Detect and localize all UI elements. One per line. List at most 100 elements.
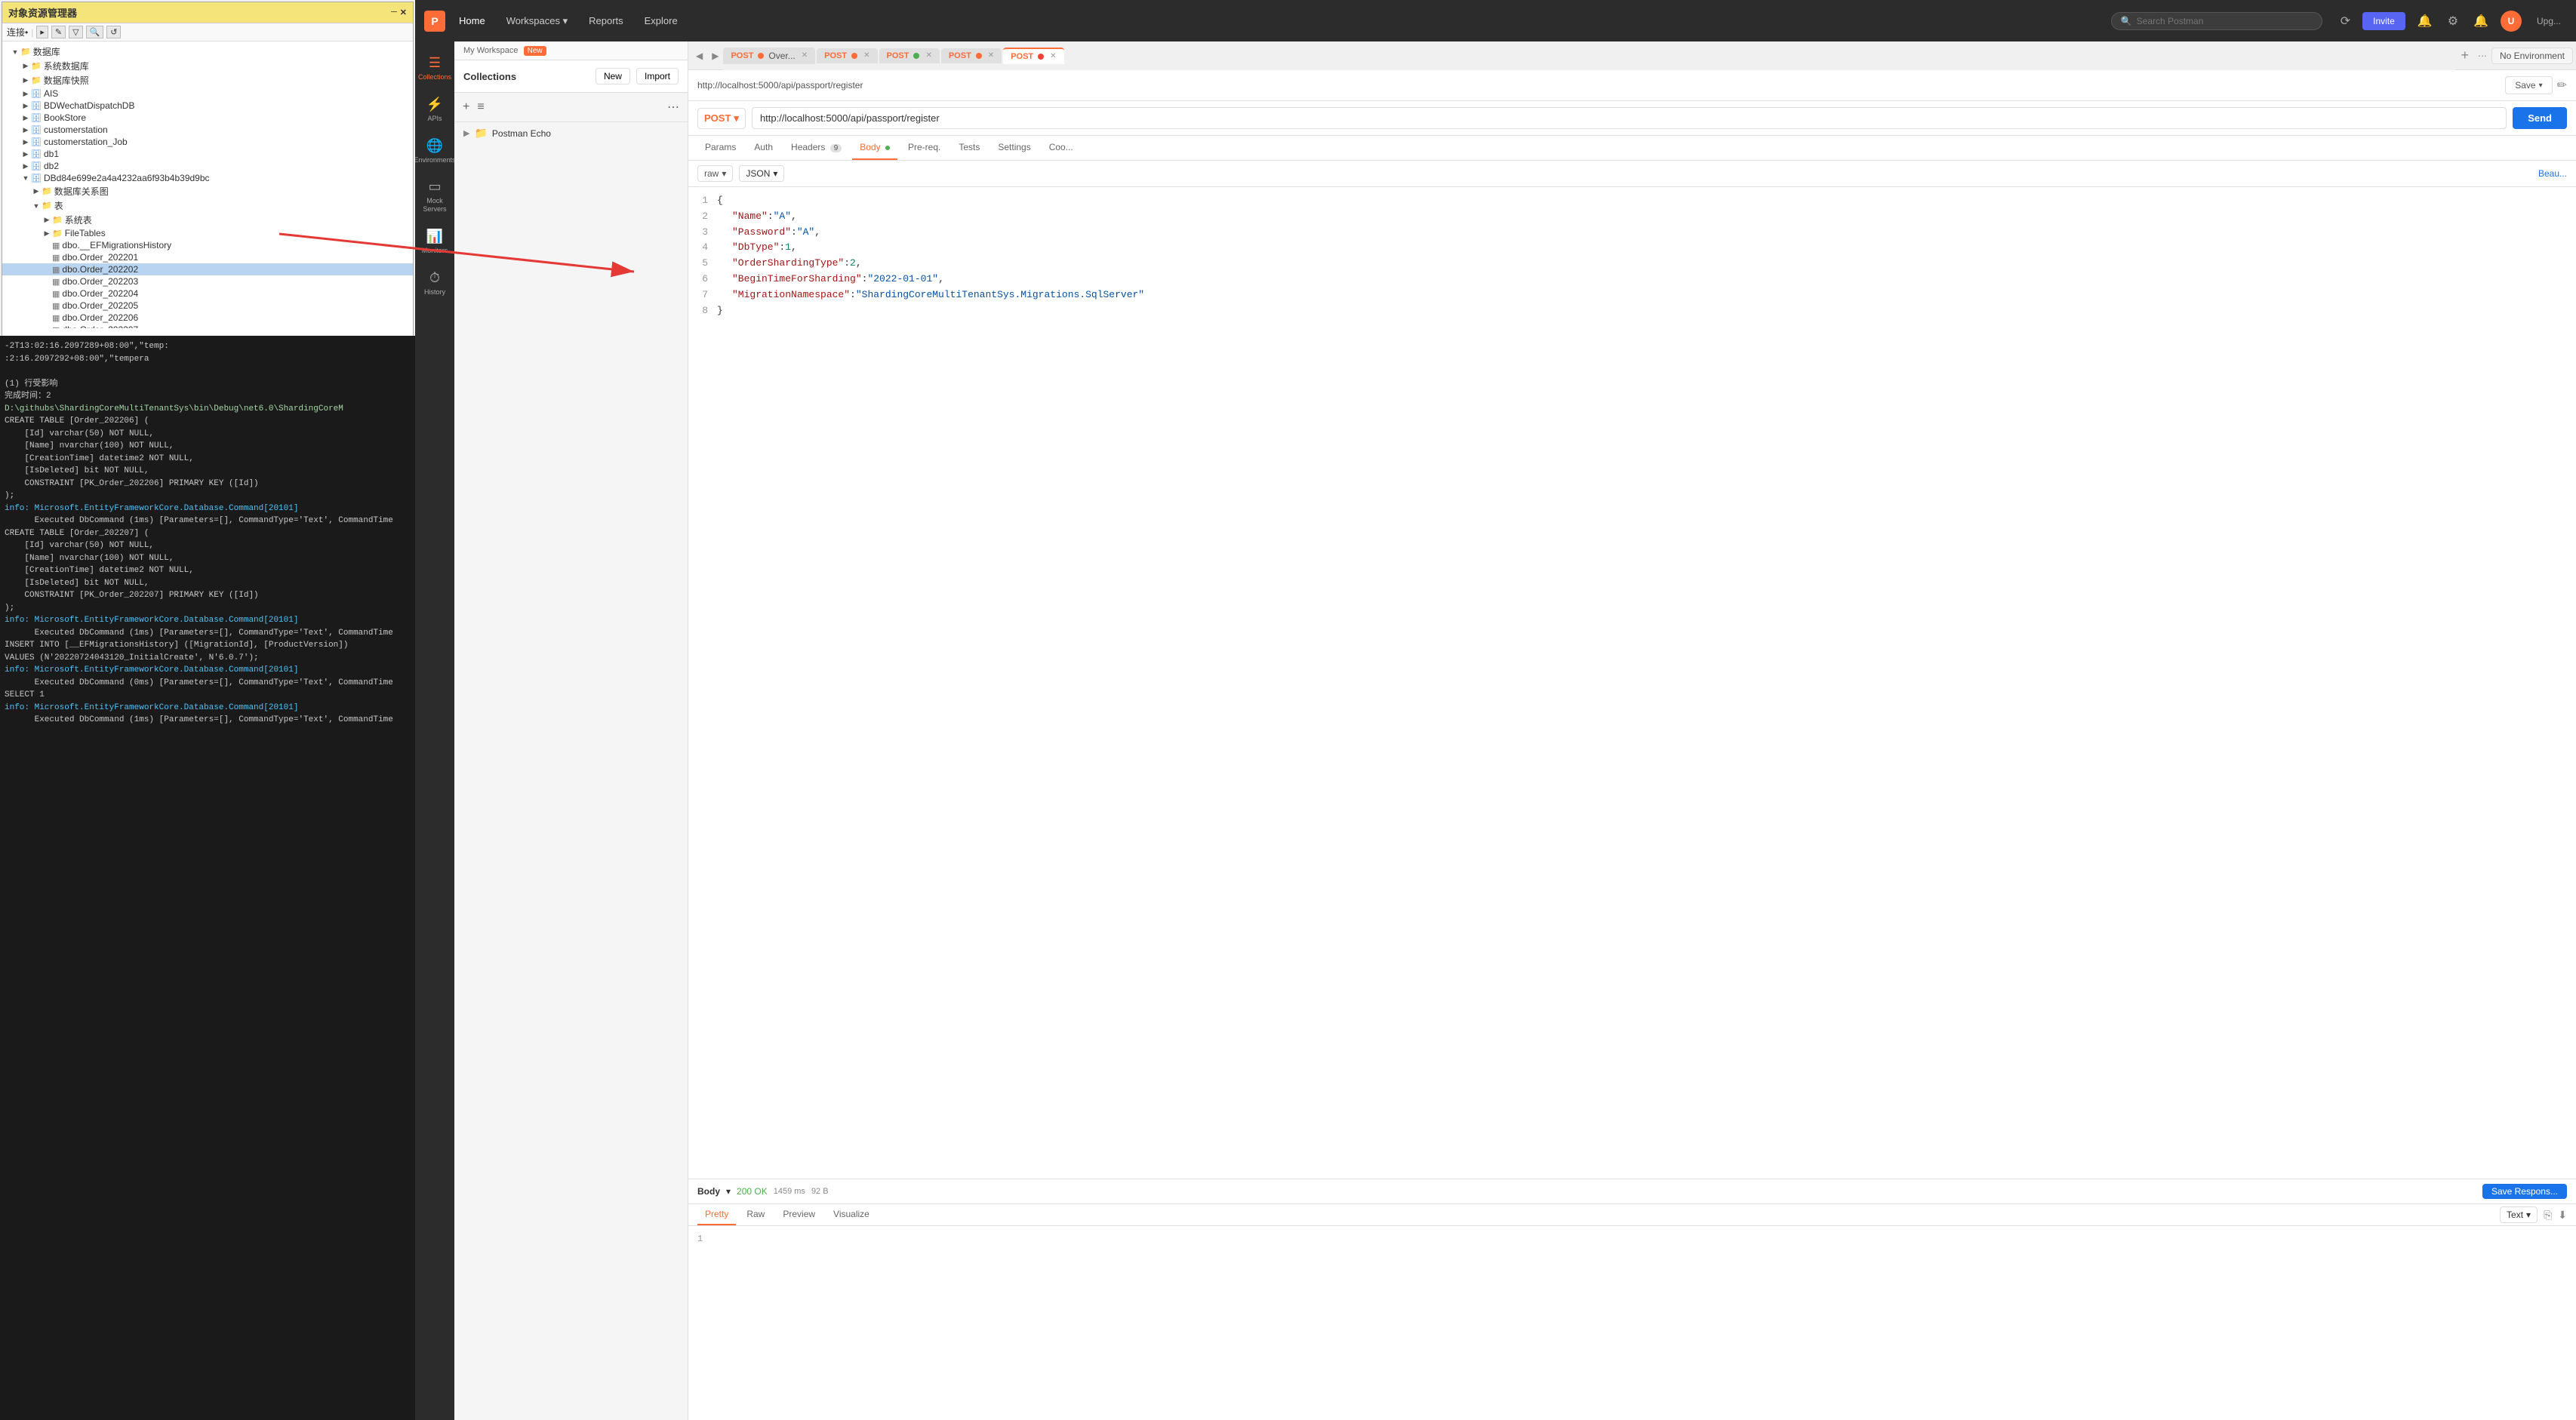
- search-btn[interactable]: 🔍: [86, 26, 104, 38]
- collection-name: Postman Echo: [492, 128, 551, 139]
- nav-search-box[interactable]: 🔍: [2111, 12, 2322, 30]
- filter-btn[interactable]: ▽: [69, 26, 82, 38]
- tree-item-tables[interactable]: ▼ 📁 表: [2, 198, 413, 213]
- tree-item-customerstation-job[interactable]: ▶ 🗄 customerstation_Job: [2, 136, 413, 148]
- back-btn[interactable]: ◀: [691, 48, 707, 64]
- download-response-icon[interactable]: ⬇: [2558, 1209, 2567, 1222]
- avatar-text: U: [2508, 16, 2515, 26]
- req-tab-auth[interactable]: Auth: [746, 136, 780, 160]
- format-dropdown-icon: ▾: [722, 168, 726, 179]
- notification-icon[interactable]: 🔔: [2470, 11, 2491, 32]
- req-tab-headers[interactable]: Headers 9: [783, 136, 849, 160]
- tree-item-sys-db[interactable]: ▶ 📁 系统数据库: [2, 59, 413, 73]
- tree-item-order202205[interactable]: ▦ dbo.Order_202205: [2, 300, 413, 312]
- code-editor[interactable]: 1 2 3 4 5 6 7 8 { "Name":"A: [688, 187, 2576, 1179]
- more-tabs-btn[interactable]: ⋯: [2473, 48, 2491, 64]
- tree-item-customerstation[interactable]: ▶ 🗄 customerstation: [2, 124, 413, 136]
- tree-item-filetables[interactable]: ▶ 📁 FileTables: [2, 227, 413, 239]
- more-options-btn[interactable]: ⋯: [665, 97, 682, 117]
- tree-item-bdwechat[interactable]: ▶ 🗄 BDWechatDispatchDB: [2, 100, 413, 112]
- req-tab-tests[interactable]: Tests: [951, 136, 987, 160]
- tree-item-databases[interactable]: ▼ 📁 数据库: [2, 45, 413, 59]
- collapse-btn[interactable]: ↺: [106, 26, 121, 38]
- tree-item-order202203[interactable]: ▦ dbo.Order_202203: [2, 275, 413, 287]
- sidebar-item-mock-servers[interactable]: ▭ Mock Servers: [417, 173, 452, 220]
- bell-icon[interactable]: 🔔: [2414, 11, 2436, 32]
- req-tab-coo[interactable]: Coo...: [1042, 136, 1081, 160]
- send-button[interactable]: Send: [2513, 107, 2567, 129]
- method-dropdown-icon: ▾: [734, 112, 739, 124]
- tree-item-db1[interactable]: ▶ 🗄 db1: [2, 148, 413, 160]
- resp-tab-pretty[interactable]: Pretty: [697, 1204, 736, 1225]
- refresh-btn[interactable]: ▸: [36, 26, 48, 38]
- req-tab-settings[interactable]: Settings: [990, 136, 1038, 160]
- tree-item-order202204[interactable]: ▦ dbo.Order_202204: [2, 287, 413, 300]
- user-avatar[interactable]: U: [2501, 11, 2522, 32]
- resp-tab-preview[interactable]: Preview: [775, 1204, 823, 1225]
- filter-collections-btn[interactable]: ≡: [475, 98, 486, 116]
- new-query-btn[interactable]: ✎: [51, 26, 66, 38]
- connect-btn[interactable]: 连接•: [7, 26, 28, 38]
- req-tab-body[interactable]: Body: [852, 136, 897, 160]
- req-tab-prereq[interactable]: Pre-req.: [900, 136, 948, 160]
- upgrade-button[interactable]: Upg...: [2531, 13, 2567, 29]
- tab-post-active[interactable]: POST ✕: [1003, 48, 1063, 64]
- tree-item-ais[interactable]: ▶ 🗄 AIS: [2, 88, 413, 100]
- no-environment[interactable]: No Environment: [2491, 48, 2573, 64]
- nav-reports[interactable]: Reports: [581, 12, 631, 29]
- sidebar-item-environments[interactable]: 🌐 Environments: [417, 132, 452, 171]
- req-tab-params[interactable]: Params: [697, 136, 743, 160]
- tab-post-3[interactable]: POST ✕: [941, 48, 1002, 63]
- tab-post-2[interactable]: POST ✕: [879, 48, 940, 63]
- tree-item-order202201[interactable]: ▦ dbo.Order_202201: [2, 251, 413, 263]
- tab-post-1[interactable]: POST ✕: [817, 48, 877, 63]
- tab-close-btn[interactable]: ✕: [925, 51, 931, 60]
- new-collection-button[interactable]: New: [596, 68, 630, 85]
- tree-item-snapshot[interactable]: ▶ 📁 数据库快照: [2, 73, 413, 88]
- tab-close-btn[interactable]: ✕: [988, 51, 994, 60]
- nav-home[interactable]: Home: [451, 12, 493, 29]
- tree-item-dbd84[interactable]: ▼ 🗄 DBd84e699e2a4a4232aa6f93b4b39d9bc: [2, 172, 413, 184]
- tab-close-btn[interactable]: ✕: [802, 51, 808, 60]
- resp-tab-visualize[interactable]: Visualize: [826, 1204, 877, 1225]
- forward-btn[interactable]: ▶: [707, 48, 723, 64]
- edit-icon[interactable]: ✏: [2557, 78, 2567, 93]
- nav-workspaces[interactable]: Workspaces ▾: [499, 12, 575, 30]
- body-format-select[interactable]: raw ▾: [697, 165, 733, 182]
- sync-icon[interactable]: ⟳: [2337, 11, 2353, 32]
- sidebar-item-apis[interactable]: ⚡ APIs: [417, 91, 452, 129]
- tab-overview[interactable]: POST Over... ✕: [723, 48, 815, 64]
- tree-item-efmigrations[interactable]: ▦ dbo.__EFMigrationsHistory: [2, 239, 413, 251]
- tab-close-btn[interactable]: ✕: [1050, 52, 1056, 60]
- tree-item-order202206[interactable]: ▦ dbo.Order_202206: [2, 312, 413, 324]
- beautify-button[interactable]: Beau...: [2538, 168, 2567, 179]
- sidebar-item-history[interactable]: ⏱ History: [417, 264, 452, 303]
- body-type-select[interactable]: JSON ▾: [739, 165, 784, 182]
- obj-explorer-close[interactable]: ✕: [400, 8, 407, 17]
- save-button[interactable]: Save ▾: [2505, 76, 2552, 94]
- sidebar-item-monitors[interactable]: 📊 Monitors: [417, 223, 452, 261]
- obj-explorer-minimize[interactable]: ─: [391, 8, 397, 17]
- method-select[interactable]: POST ▾: [697, 108, 746, 129]
- tree-item-order202207[interactable]: ▦ dbo.Order_202207: [2, 324, 413, 328]
- invite-button[interactable]: Invite: [2362, 12, 2405, 30]
- copy-response-icon[interactable]: ⎘: [2544, 1209, 2552, 1222]
- sidebar-item-collections[interactable]: ☰ Collections: [417, 49, 452, 88]
- tree-item-bookstore[interactable]: ▶ 🗄 BookStore: [2, 112, 413, 124]
- resp-tab-raw[interactable]: Raw: [739, 1204, 772, 1225]
- tree-item-db2[interactable]: ▶ 🗄 db2: [2, 160, 413, 172]
- response-format-select[interactable]: Text ▾: [2500, 1206, 2538, 1223]
- collection-postman-echo[interactable]: ▶ 📁 Postman Echo: [454, 122, 688, 144]
- add-collection-btn[interactable]: +: [460, 98, 472, 116]
- save-response-button[interactable]: Save Respons...: [2482, 1184, 2567, 1199]
- tree-item-reldiagram[interactable]: ▶ 📁 数据库关系图: [2, 184, 413, 198]
- tree-item-systables[interactable]: ▶ 📁 系统表: [2, 213, 413, 227]
- tab-close-btn[interactable]: ✕: [863, 51, 869, 60]
- import-button[interactable]: Import: [636, 68, 679, 85]
- add-tab-btn[interactable]: +: [2456, 48, 2473, 63]
- tree-item-order202202[interactable]: ▦ dbo.Order_202202: [2, 263, 413, 275]
- url-input[interactable]: [752, 107, 2507, 129]
- settings-icon[interactable]: ⚙: [2445, 11, 2461, 32]
- nav-explore[interactable]: Explore: [637, 12, 685, 29]
- search-input[interactable]: [2137, 16, 2313, 26]
